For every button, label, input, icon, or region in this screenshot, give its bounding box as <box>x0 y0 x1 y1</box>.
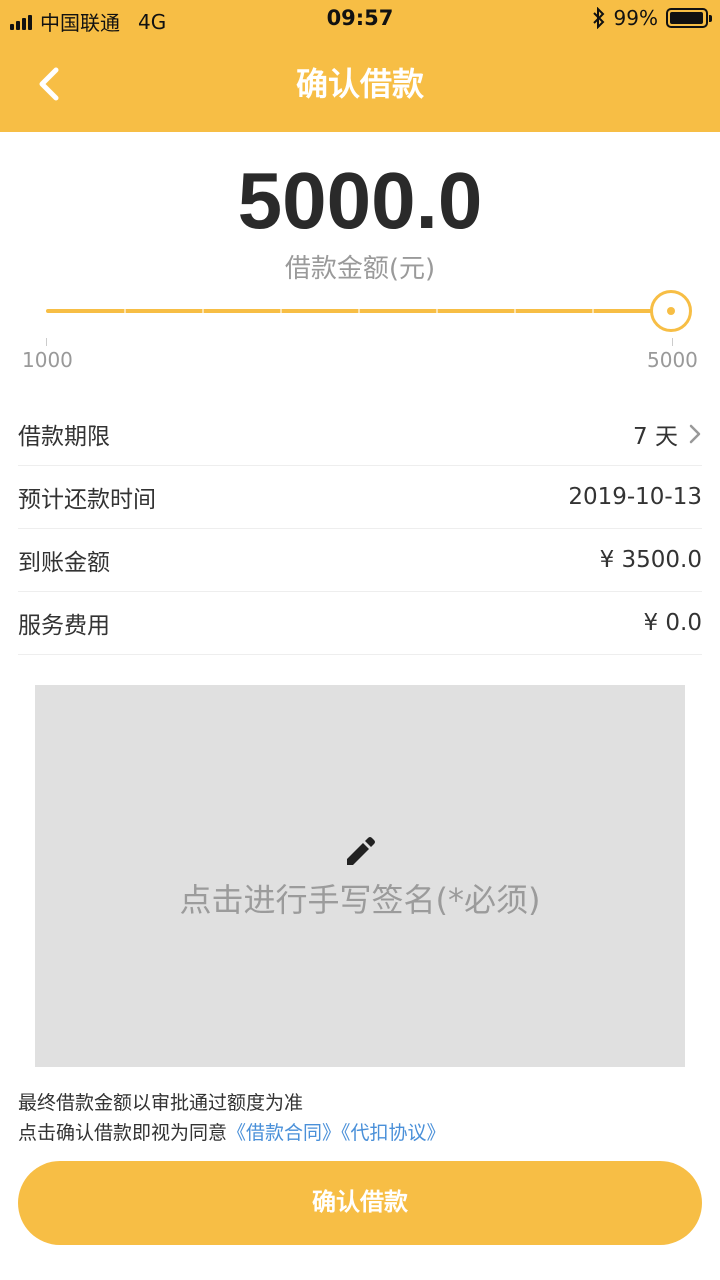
agreement-notes: 最终借款金额以审批通过额度为准 点击确认借款即视为同意《借款合同》《代扣协议》 <box>18 1088 446 1148</box>
received-amount-row: 到账金额 ¥ 3500.0 <box>18 529 702 592</box>
amount-slider[interactable] <box>46 290 692 334</box>
approval-note: 最终借款金额以审批通过额度为准 <box>18 1092 304 1114</box>
confirm-loan-button[interactable]: 确认借款 <box>18 1161 702 1245</box>
loan-term-row[interactable]: 借款期限 7 天 <box>18 402 702 466</box>
battery-icon <box>666 8 712 28</box>
row-label: 到账金额 <box>18 550 110 576</box>
debit-agreement-link[interactable]: 《代扣协议》 <box>341 1122 446 1144</box>
loan-details-list: 借款期限 7 天 预计还款时间 2019-10-13 到账金额 ¥ 3500.0… <box>18 402 702 655</box>
loan-amount: 5000.0 <box>237 156 483 245</box>
page-title: 确认借款 <box>295 65 424 103</box>
row-value: 7 天 <box>633 423 678 450</box>
consent-note: 点击确认借款即视为同意《借款合同》《代扣协议》 <box>18 1122 446 1144</box>
battery-percent: 99% <box>613 6 658 30</box>
slider-min-label: 1000 <box>22 338 73 372</box>
signature-pad[interactable]: 点击进行手写签名(*必须) <box>35 685 685 1067</box>
row-label: 服务费用 <box>18 613 110 639</box>
row-value: ¥ 3500.0 <box>599 547 702 573</box>
slider-thumb[interactable] <box>650 290 692 332</box>
row-value: ¥ 0.0 <box>643 610 702 636</box>
bluetooth-icon <box>592 7 604 29</box>
row-value: 2019-10-13 <box>568 484 702 510</box>
service-fee-row: 服务费用 ¥ 0.0 <box>18 592 702 655</box>
loan-amount-label: 借款金额(元) <box>284 254 436 284</box>
loan-contract-link[interactable]: 《借款合同》 <box>227 1122 341 1144</box>
signature-prompt: 点击进行手写签名(*必须) <box>179 881 541 919</box>
header-bar: 中国联通 4G 09:57 99% 确认借款 <box>0 0 720 132</box>
slider-track[interactable] <box>46 309 660 313</box>
chevron-right-icon <box>689 424 701 443</box>
status-bar: 中国联通 4G 09:57 99% <box>0 0 720 38</box>
slider-max-label: 5000 <box>647 338 698 372</box>
row-label: 预计还款时间 <box>18 487 156 513</box>
pencil-icon <box>347 837 375 865</box>
repayment-date-row: 预计还款时间 2019-10-13 <box>18 466 702 529</box>
row-label: 借款期限 <box>18 423 110 450</box>
